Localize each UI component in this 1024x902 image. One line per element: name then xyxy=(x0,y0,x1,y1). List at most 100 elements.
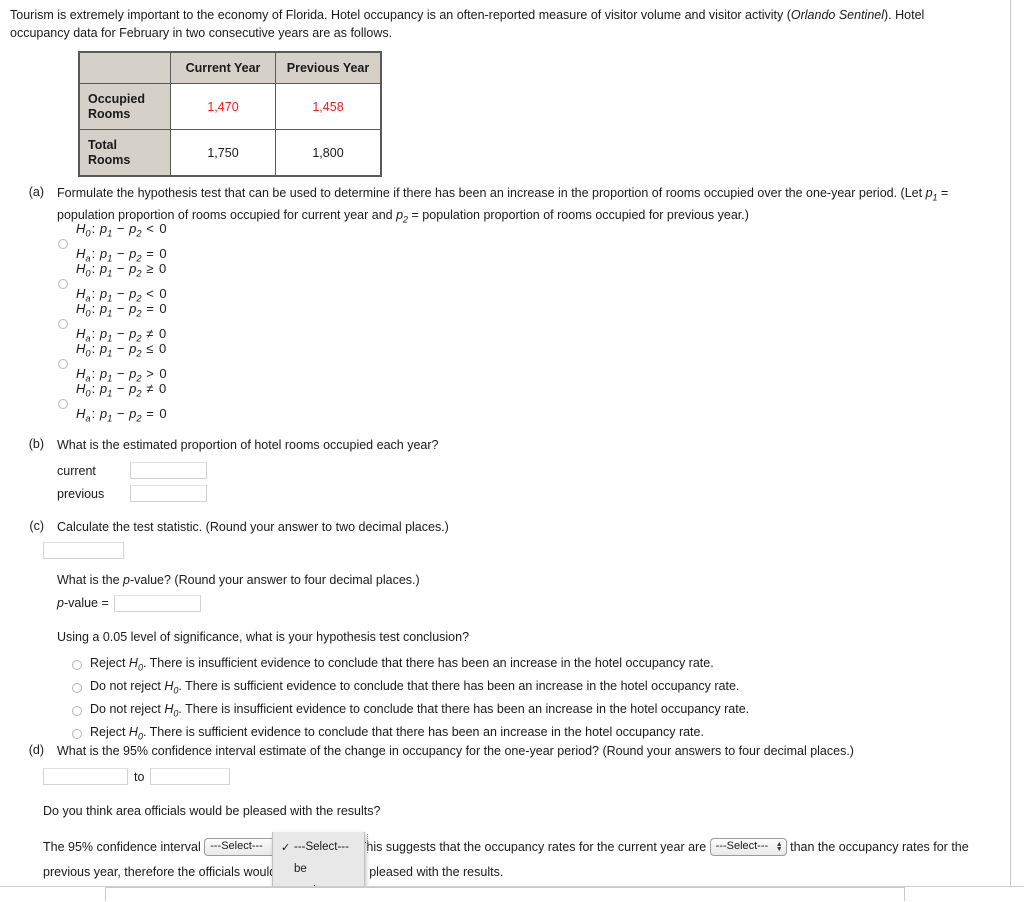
confidence-interval-row: to xyxy=(43,767,1004,787)
hypothesis-option-2[interactable]: H0: p1 − p2 ≥ 0 Ha: p1 − p2 < 0 xyxy=(58,261,168,304)
sentence-fragment-4b: pleased with the results. xyxy=(369,865,504,879)
part-a-letter: (a) xyxy=(28,185,44,199)
rhs-value: 0 xyxy=(158,341,167,357)
p2-sub: 2 xyxy=(136,229,142,239)
stepper-arrows-icon: ▲ ▼ xyxy=(775,841,783,853)
minus-sign: − xyxy=(116,301,125,317)
p1-sub: 1 xyxy=(107,389,113,399)
ci-upper-input[interactable] xyxy=(150,768,231,785)
p2-sub: 2 xyxy=(136,349,142,359)
sentence-fragment-3: than the occupancy rates for the xyxy=(790,840,969,854)
select-value: ---Select--- xyxy=(210,840,263,853)
pvalue-question-prefix: What is the xyxy=(57,572,123,587)
part-c-block: (c) Calculate the test statistic. (Round… xyxy=(14,519,914,747)
part-c-letter: (c) xyxy=(29,519,44,533)
p2-sub: 2 xyxy=(136,389,142,399)
sentence-fragment-1: The 95% confidence interval xyxy=(43,840,201,854)
label-current: current xyxy=(57,463,96,478)
part-d-body: What is the 95% confidence interval esti… xyxy=(43,743,1004,885)
relation-operator: ≥ xyxy=(146,261,154,277)
row-label-line1: Total xyxy=(88,137,117,152)
radio-button-icon[interactable] xyxy=(72,682,82,693)
h-subscript: a xyxy=(85,413,91,424)
pvalue-label: p-value = xyxy=(57,596,109,610)
hypothesis-option-4[interactable]: H0: p1 − p2 ≤ 0 Ha: p1 − p2 > 0 xyxy=(58,341,168,384)
pleased-question: Do you think area officials would be ple… xyxy=(43,803,381,818)
current-proportion-input[interactable] xyxy=(130,462,207,479)
dropdown-item-label: ---Select--- xyxy=(294,841,349,853)
arrow-down-icon: ▼ xyxy=(775,845,783,853)
p1-sub: 1 xyxy=(107,349,113,359)
radio-button-icon[interactable] xyxy=(58,399,68,409)
relation-operator: = xyxy=(146,406,154,421)
question-page: Tourism is extremely important to the ec… xyxy=(0,0,1011,886)
part-b-letter: (b) xyxy=(28,437,44,451)
h-subscript: 0 xyxy=(85,269,91,279)
officials-pleased-dropdown-menu[interactable]: ✓ ---Select--- be not be xyxy=(272,832,365,886)
check-icon: ✓ xyxy=(281,841,291,854)
part-b-block: (b) What is the estimated proportion of … xyxy=(14,437,814,504)
minus-sign: − xyxy=(116,261,125,277)
row-label-line2: Rooms xyxy=(88,152,131,167)
conclusion-prompt: Using a 0.05 level of significance, what… xyxy=(57,630,470,644)
radio-button-icon[interactable] xyxy=(72,728,82,739)
p2-symbol: p xyxy=(396,208,404,222)
rhs-value: 0 xyxy=(158,261,167,277)
part-b-body: What is the estimated proportion of hote… xyxy=(57,437,814,504)
rhs-value: 0 xyxy=(159,406,167,421)
ci-lower-input[interactable] xyxy=(43,768,128,785)
p1: p xyxy=(99,341,108,357)
p1: p xyxy=(99,406,108,421)
rate-comparison-select[interactable]: ---Select--- ▲ ▼ xyxy=(709,837,787,856)
conclusion-prefix: Reject xyxy=(90,724,129,739)
pvalue-input[interactable] xyxy=(113,594,201,612)
cell-total-previous: 1,800 xyxy=(275,129,382,177)
dropdown-item-be[interactable]: be xyxy=(273,858,364,880)
radio-button-icon[interactable] xyxy=(72,659,82,670)
hypothesis-option-3[interactable]: H0: p1 − p2 = 0 Ha: p1 − p2 ≠ 0 xyxy=(58,301,168,344)
occupancy-data-table: Current Year Previous Year Occupied Room… xyxy=(78,51,382,177)
rhs-value: 0 xyxy=(158,381,167,397)
cell-occupied-previous: 1,458 xyxy=(275,83,382,130)
h-subscript: 0 xyxy=(85,309,91,319)
h-subscript: 0 xyxy=(85,229,91,239)
h-symbol: H xyxy=(128,724,138,739)
null-hypothesis-line: H0: p1 − p2 = 0 xyxy=(76,301,167,319)
radio-button-icon[interactable] xyxy=(58,239,68,249)
previous-proportion-input[interactable] xyxy=(130,485,207,502)
test-statistic-input[interactable] xyxy=(43,541,124,559)
table-header-row: Current Year Previous Year xyxy=(78,51,382,84)
p1: p xyxy=(99,221,108,237)
cell-total-current: 1,750 xyxy=(170,129,276,177)
dropdown-item-not-be[interactable]: not be xyxy=(273,880,364,886)
relation-operator: ≠ xyxy=(146,381,154,397)
null-hypothesis-line: H0: p1 − p2 ≠ 0 xyxy=(76,381,167,399)
conclusion-rest: . There is sufficient evidence to conclu… xyxy=(178,678,740,693)
conclusion-option-1[interactable]: Reject H0. There is insufficient evidenc… xyxy=(72,655,914,678)
rhs-value: 0 xyxy=(159,301,167,317)
conclusion-prefix: Do not reject xyxy=(90,678,165,693)
row-label-line2: Rooms xyxy=(88,106,131,121)
rhs-value: 0 xyxy=(159,221,167,237)
conclusion-option-3[interactable]: Do not reject H0. There is insufficient … xyxy=(72,701,914,724)
intro-text-part2: ). Hotel xyxy=(884,8,925,22)
part-a-prompt-line1: Formulate the hypothesis test that can b… xyxy=(57,186,926,200)
relation-operator: ≤ xyxy=(146,341,154,357)
table-header-previous-year: Previous Year xyxy=(275,51,382,84)
pvalue-question-suffix: -value? (Round your answer to four decim… xyxy=(129,572,420,587)
row-label-line1: Occupied xyxy=(88,91,145,106)
test-statistic-row xyxy=(43,541,914,559)
hypothesis-option-5[interactable]: H0: p1 − p2 ≠ 0 Ha: p1 − p2 = 0 xyxy=(58,381,168,424)
h-symbol: H xyxy=(128,655,138,670)
conclusion-option-1-text: Reject H0. There is insufficient evidenc… xyxy=(90,655,714,676)
p1-sub: 1 xyxy=(107,413,113,424)
radio-button-icon[interactable] xyxy=(58,279,68,289)
hypothesis-option-1[interactable]: H0: p1 − p2 < 0 Ha: p1 − p2 = 0 xyxy=(58,221,168,264)
relation-operator: < xyxy=(146,221,154,237)
dropdown-item-select[interactable]: ✓ ---Select--- xyxy=(273,836,364,858)
radio-button-icon[interactable] xyxy=(72,705,82,716)
h-symbol: H xyxy=(76,381,86,397)
radio-button-icon[interactable] xyxy=(58,319,68,329)
conclusion-option-2[interactable]: Do not reject H0. There is sufficient ev… xyxy=(72,678,914,701)
radio-button-icon[interactable] xyxy=(58,359,68,369)
